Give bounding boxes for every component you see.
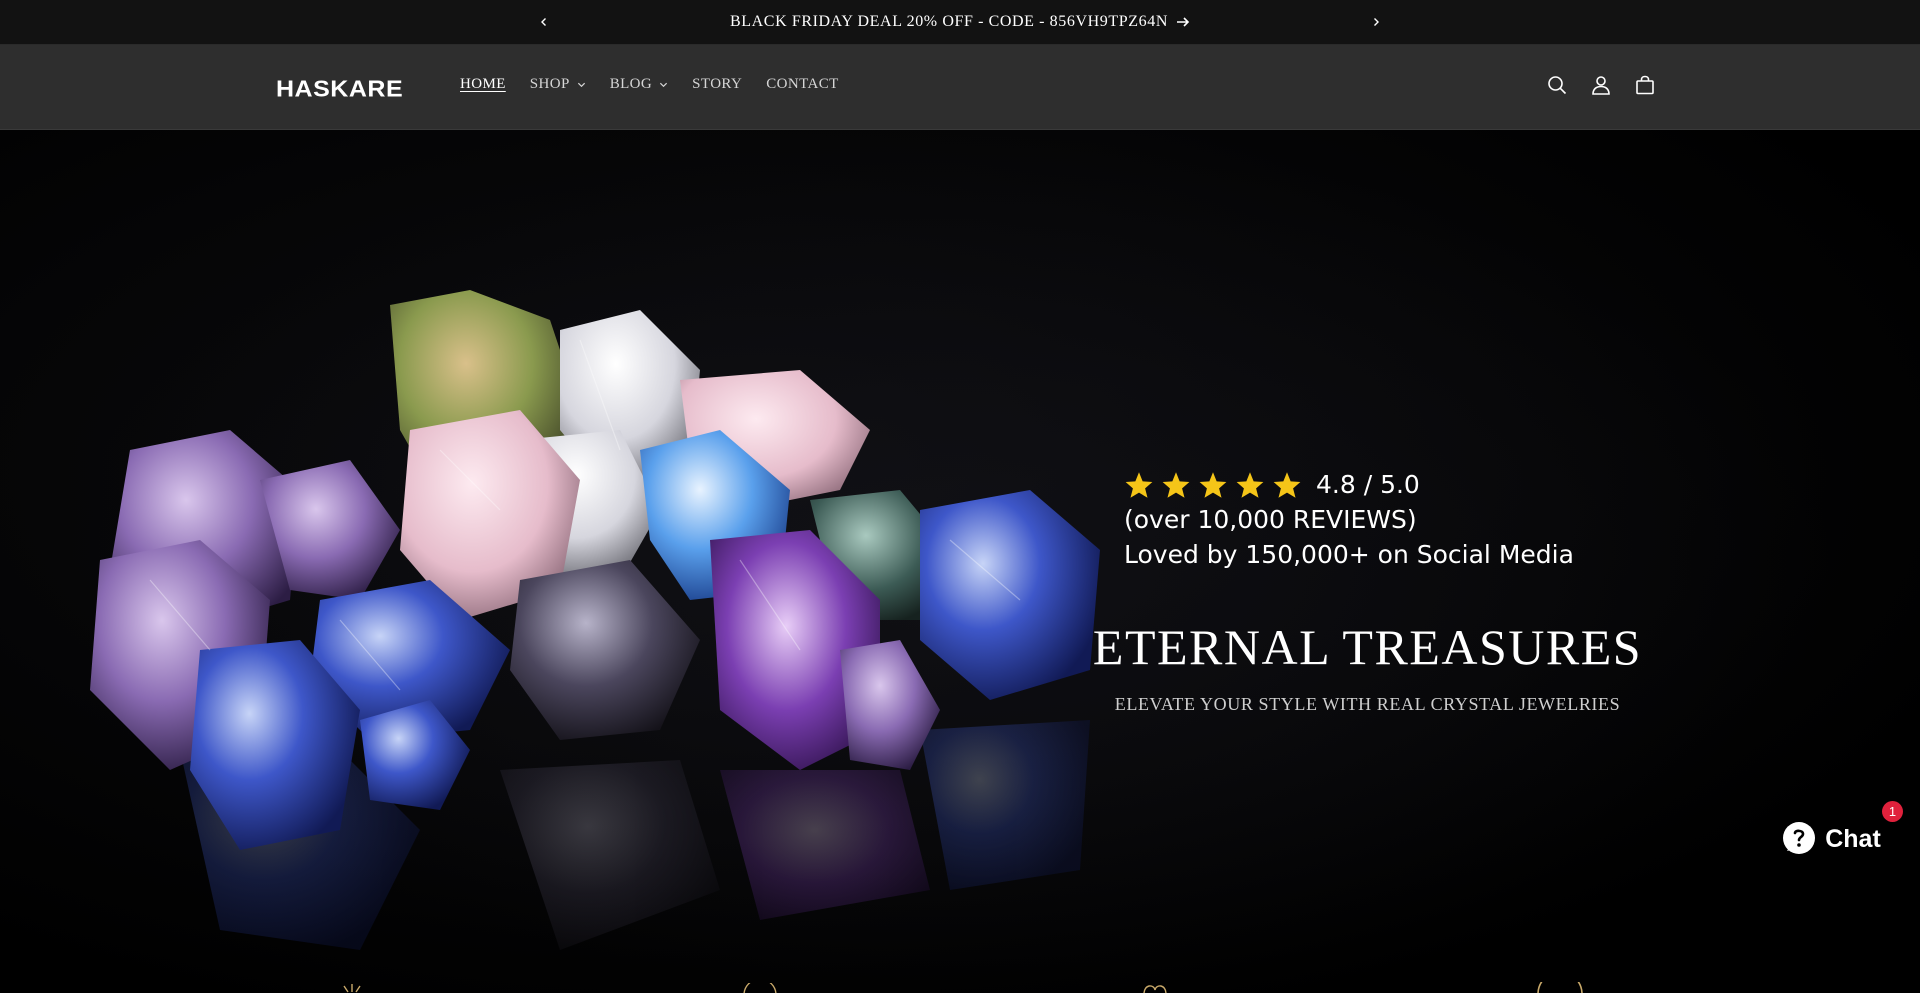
nav-item-shop[interactable]: SHOP — [530, 76, 586, 93]
account-icon — [1592, 76, 1610, 95]
chevron-down-icon — [577, 82, 585, 88]
nav-item-contact[interactable]: CONTACT — [766, 76, 838, 93]
star-icon — [1273, 471, 1301, 498]
account-button[interactable] — [1589, 73, 1613, 97]
feature-heart-icon — [1143, 985, 1167, 993]
rating-stars — [1124, 471, 1302, 499]
site-header: HASKARE HOME SHOP BLOG STORY CONTACT — [0, 45, 1920, 130]
feature-sun-icon — [343, 984, 361, 993]
star-icon — [1236, 471, 1264, 498]
crystals-image — [90, 290, 1100, 950]
star-icon — [1199, 471, 1227, 498]
chat-unread-badge: 1 — [1882, 801, 1903, 822]
nav-item-blog[interactable]: BLOG — [610, 76, 668, 93]
announcement-next-button[interactable] — [1364, 10, 1388, 34]
announcement-prev-button[interactable] — [532, 10, 556, 34]
chat-button[interactable]: Chat — [1776, 814, 1886, 864]
site-logo[interactable]: HASKARE — [276, 76, 403, 103]
feature-circle-icon — [1537, 982, 1583, 993]
chevron-right-icon — [1374, 18, 1379, 26]
reviews-block: 4.8 / 5.0 (over 10,000 REVIEWS) Loved by… — [1124, 470, 1574, 569]
hero-banner: 4.8 / 5.0 (over 10,000 REVIEWS) Loved by… — [0, 130, 1920, 993]
chevron-down-icon — [660, 82, 668, 88]
nav-item-label: HOME — [460, 76, 506, 92]
search-icon — [1548, 76, 1567, 95]
chat-bubble-icon — [1783, 822, 1816, 854]
nav-item-label: BLOG — [609, 76, 653, 92]
nav-item-label: CONTACT — [766, 76, 839, 92]
star-icon — [1125, 471, 1153, 498]
feature-badge-icon — [743, 983, 777, 993]
hero-subtitle: ELEVATE YOUR STYLE WITH REAL CRYSTAL JEW… — [1114, 694, 1621, 714]
reviews-count: (over 10,000 REVIEWS) — [1124, 505, 1417, 534]
rating-value: 4.8 / 5.0 — [1316, 470, 1420, 499]
chat-label: Chat — [1825, 824, 1881, 853]
nav-item-label: SHOP — [529, 76, 570, 92]
nav-item-story[interactable]: STORY — [692, 76, 742, 93]
nav-item-home[interactable]: HOME — [460, 76, 506, 93]
header-icons — [1545, 73, 1657, 97]
arrow-right-icon — [1177, 17, 1190, 27]
cart-button[interactable] — [1633, 73, 1657, 97]
nav-item-label: STORY — [692, 76, 743, 92]
cart-icon — [1636, 75, 1654, 95]
social-proof: Loved by 150,000+ on Social Media — [1124, 540, 1574, 569]
search-button[interactable] — [1545, 73, 1569, 97]
announcement-link[interactable]: BLACK FRIDAY DEAL 20% OFF - CODE - 856VH… — [730, 13, 1190, 31]
star-icon — [1162, 471, 1190, 498]
announcement-bar: BLACK FRIDAY DEAL 20% OFF - CODE - 856VH… — [0, 0, 1920, 45]
main-nav: HOME SHOP BLOG STORY CONTACT — [460, 76, 863, 93]
chevron-left-icon — [541, 18, 546, 26]
hero-title: ETERNAL TREASURES — [1092, 619, 1643, 675]
announcement-text: BLACK FRIDAY DEAL 20% OFF - CODE - 856VH… — [730, 13, 1168, 30]
